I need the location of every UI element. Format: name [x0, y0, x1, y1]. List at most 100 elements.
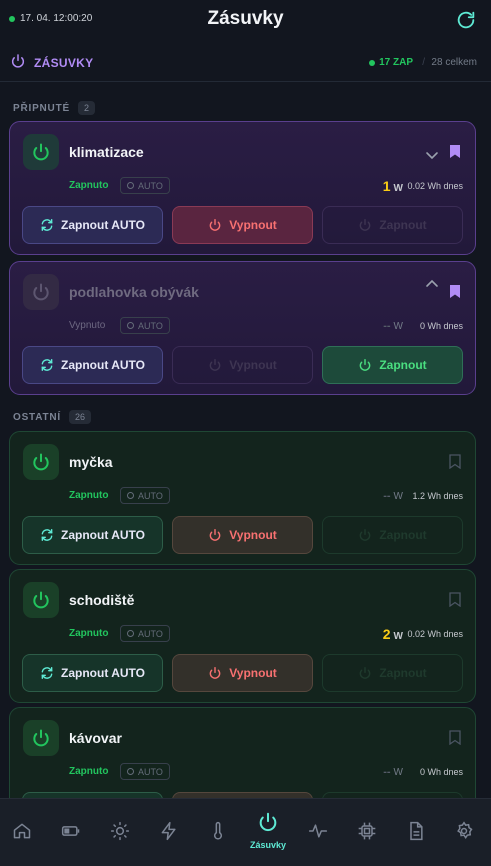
bookmark-outline-icon[interactable] — [449, 454, 461, 469]
power-icon — [209, 359, 221, 371]
top-bar: 17. 04. 12:00:20 Zásuvky — [0, 0, 491, 42]
section-count: 26 — [69, 410, 92, 424]
auto-badge[interactable]: AUTO — [120, 763, 170, 780]
auto-badge[interactable]: AUTO — [120, 177, 170, 194]
sync-icon — [41, 359, 53, 371]
energy-today: 0 Wh dnes — [419, 321, 463, 331]
turn-off-button[interactable]: Vypnout — [172, 346, 313, 384]
auto-on-button[interactable]: Zapnout AUTO — [22, 206, 163, 244]
status-text: Vypnuto — [69, 320, 106, 331]
power-icon — [359, 219, 371, 231]
status-text: Zapnuto — [69, 628, 109, 639]
section-label: OSTATNÍ — [13, 411, 62, 423]
section-pinned-header: PŘIPNUTÉ 2 — [13, 101, 95, 115]
nav-energy[interactable] — [157, 819, 181, 843]
energy-today: 0.02 Wh dnes — [407, 629, 463, 639]
socket-name: schodiště — [69, 592, 135, 608]
sun-icon — [110, 821, 130, 841]
auto-on-button[interactable]: Zapnout AUTO — [22, 516, 163, 554]
on-count: 17 ZAP — [369, 57, 413, 68]
socket-card: podlahovka obývák Vypnuto AUTO -- W 0 Wh … — [9, 261, 476, 395]
section-other-header: OSTATNÍ 26 — [13, 410, 92, 424]
nav-settings[interactable] — [452, 819, 476, 843]
status-text: Zapnuto — [69, 180, 109, 191]
bolt-icon — [161, 821, 176, 841]
bookmark-outline-icon[interactable] — [449, 592, 461, 607]
nav-temperature[interactable] — [206, 819, 230, 843]
energy-today: 0 Wh dnes — [419, 767, 463, 777]
energy-today: 1.2 Wh dnes — [412, 491, 463, 501]
power-icon-box[interactable] — [23, 134, 59, 170]
socket-name: kávovar — [69, 730, 122, 746]
power-icon — [11, 54, 25, 68]
nav-active-label: Zásuvky — [249, 840, 287, 850]
power-icon-box[interactable] — [23, 444, 59, 480]
power-icon — [209, 667, 221, 679]
thermometer-icon — [213, 821, 223, 840]
page-title: Zásuvky — [207, 8, 284, 29]
turn-off-button[interactable]: Vypnout — [172, 206, 313, 244]
power-icon — [209, 529, 221, 541]
bookmark-icon[interactable] — [449, 144, 461, 159]
power-reading: -- W — [383, 320, 403, 332]
sync-icon — [41, 667, 53, 679]
home-icon — [13, 823, 31, 839]
turn-off-button[interactable]: Vypnout — [172, 516, 313, 554]
chip-icon — [358, 822, 376, 840]
nav-battery[interactable] — [59, 819, 83, 843]
power-reading: -- W — [383, 490, 403, 502]
nav-sockets[interactable]: Zásuvky — [246, 811, 290, 850]
document-icon — [410, 821, 423, 841]
section-title: ZÁSUVKY — [34, 56, 94, 70]
sync-icon — [41, 219, 53, 231]
nav-activity[interactable] — [306, 819, 330, 843]
separator: / — [422, 57, 425, 68]
bottom-nav: Zásuvky — [0, 798, 491, 866]
power-icon-box[interactable] — [23, 582, 59, 618]
socket-card: klimatizace Zapnuto AUTO 1W 0.02 Wh dnes… — [9, 121, 476, 255]
nav-devices[interactable] — [355, 819, 379, 843]
auto-badge[interactable]: AUTO — [120, 625, 170, 642]
socket-card: schodiště Zapnuto AUTO 2W 0.02 Wh dnes Z… — [9, 569, 476, 703]
nav-home[interactable] — [10, 819, 34, 843]
power-icon — [209, 219, 221, 231]
socket-card: myčka Zapnuto AUTO -- W 1.2 Wh dnes Zapno… — [9, 431, 476, 565]
auto-on-button[interactable]: Zapnout AUTO — [22, 346, 163, 384]
bookmark-outline-icon[interactable] — [449, 730, 461, 745]
status-text: Zapnuto — [69, 766, 109, 777]
section-label: PŘIPNUTÉ — [13, 102, 70, 114]
power-icon — [33, 729, 49, 747]
power-icon-box[interactable] — [23, 720, 59, 756]
summary-bar: ZÁSUVKY 17 ZAP / 28 celkem — [0, 42, 491, 82]
nav-solar[interactable] — [108, 819, 132, 843]
auto-badge[interactable]: AUTO — [120, 487, 170, 504]
sync-icon — [41, 529, 53, 541]
socket-name: myčka — [69, 454, 113, 470]
power-reading: 2W — [382, 626, 403, 642]
power-icon — [33, 143, 49, 161]
chevron-up-icon[interactable] — [425, 278, 439, 288]
power-icon — [359, 667, 371, 679]
power-icon — [33, 453, 49, 471]
power-icon — [259, 812, 277, 832]
turn-on-button[interactable]: Zapnout — [322, 346, 463, 384]
total-count: 28 celkem — [431, 57, 477, 68]
socket-name: podlahovka obývák — [69, 284, 199, 300]
auto-badge[interactable]: AUTO — [120, 317, 170, 334]
auto-on-button[interactable]: Zapnout AUTO — [22, 654, 163, 692]
chevron-down-icon[interactable] — [425, 150, 439, 160]
turn-on-button[interactable]: Zapnout — [322, 516, 463, 554]
battery-icon — [61, 826, 80, 836]
power-icon — [359, 529, 371, 541]
settings-icon — [457, 821, 473, 840]
refresh-icon[interactable] — [455, 9, 477, 31]
power-icon-box[interactable] — [23, 274, 59, 310]
turn-on-button[interactable]: Zapnout — [322, 206, 463, 244]
turn-off-button[interactable]: Vypnout — [172, 654, 313, 692]
socket-name: klimatizace — [69, 144, 144, 160]
energy-today: 0.02 Wh dnes — [407, 181, 463, 191]
turn-on-button[interactable]: Zapnout — [322, 654, 463, 692]
power-icon — [33, 283, 49, 301]
bookmark-icon[interactable] — [449, 284, 461, 299]
nav-logs[interactable] — [404, 819, 428, 843]
